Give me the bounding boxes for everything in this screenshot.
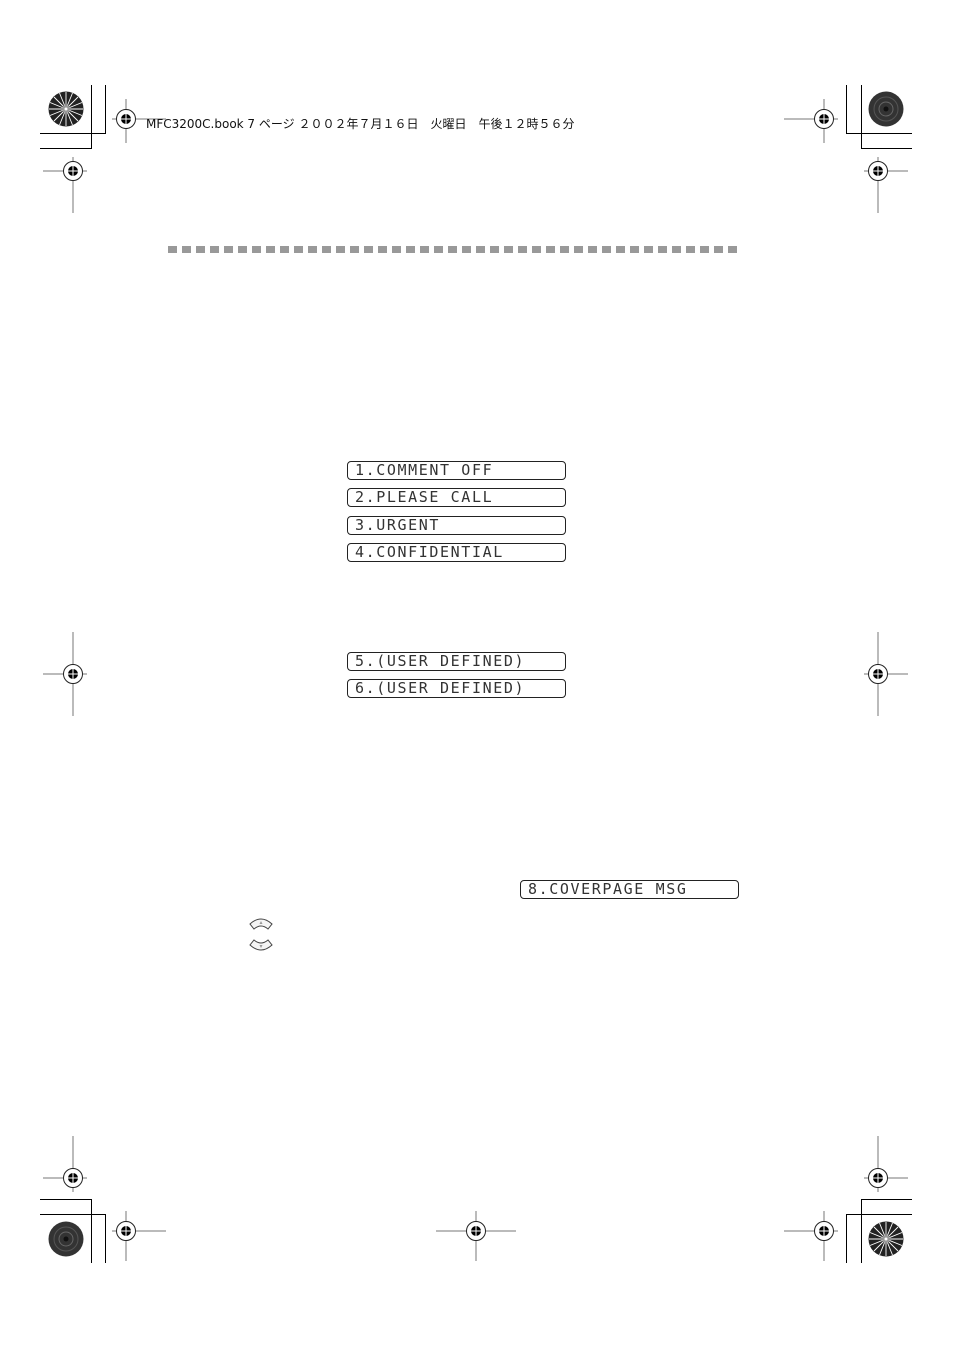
lcd-display-confidential: 4.CONFIDENTIAL [347,543,566,562]
divider-square [434,246,443,253]
divider-square [518,246,527,253]
divider-square [644,246,653,253]
starburst-target-icon [48,1221,84,1257]
crosshair-registration-icon [436,1211,516,1261]
starburst-target-icon [868,1221,904,1257]
starburst-target-icon [868,91,904,127]
trim-line [40,1214,106,1215]
trim-line [40,133,106,134]
crosshair-registration-icon [864,157,908,213]
down-arrow-key-icon [249,939,273,951]
divider-square [350,246,359,253]
divider-square [672,246,681,253]
trim-line [861,1199,862,1263]
trim-line [861,148,912,149]
crosshair-registration-icon [784,99,838,143]
divider-square [280,246,289,253]
divider-square [392,246,401,253]
divider-square [364,246,373,253]
divider-square [686,246,695,253]
lcd-display-user-defined-5: 5.(USER DEFINED) [347,652,566,671]
divider-square [294,246,303,253]
divider-square [616,246,625,253]
divider-square [196,246,205,253]
up-arrow-key-icon [249,918,273,930]
divider-square [266,246,275,253]
trim-line [846,133,912,134]
divider-square [630,246,639,253]
lcd-display-user-defined-6: 6.(USER DEFINED) [347,679,566,698]
divider-square [420,246,429,253]
divider-square [448,246,457,253]
divider-square [728,246,737,253]
section-divider [168,246,737,253]
trim-line [91,85,92,149]
divider-square [252,246,261,253]
crosshair-registration-icon [43,1136,87,1192]
divider-square [700,246,709,253]
lcd-display-coverpage-msg: 8.COVERPAGE MSG [520,880,739,899]
crosshair-registration-icon [864,632,908,716]
divider-square [462,246,471,253]
crosshair-registration-icon [43,632,87,716]
lcd-display-comment-off: 1.COMMENT OFF [347,461,566,480]
crosshair-registration-icon [43,157,87,213]
trim-line [40,1199,92,1200]
divider-square [574,246,583,253]
divider-square [238,246,247,253]
divider-square [490,246,499,253]
trim-line [91,1199,92,1263]
divider-square [504,246,513,253]
lcd-display-urgent: 3.URGENT [347,516,566,535]
divider-square [210,246,219,253]
trim-line [105,1214,106,1263]
crosshair-registration-icon [112,1211,166,1261]
trim-line [40,148,92,149]
trim-line [861,85,862,149]
trim-line [105,85,106,134]
divider-square [182,246,191,253]
trim-line [846,1214,847,1263]
lcd-display-please-call: 2.PLEASE CALL [347,488,566,507]
divider-square [378,246,387,253]
crosshair-registration-icon [864,1136,908,1192]
divider-square [560,246,569,253]
divider-square [532,246,541,253]
divider-square [546,246,555,253]
divider-square [658,246,667,253]
divider-square [602,246,611,253]
divider-square [336,246,345,253]
divider-square [224,246,233,253]
divider-square [714,246,723,253]
divider-square [588,246,597,253]
page-header: MFC3200C.book 7 ページ ２００２年７月１６日 火曜日 午後１２時… [146,117,575,131]
crosshair-registration-icon [784,1211,838,1261]
divider-square [476,246,485,253]
trim-line [846,85,847,134]
divider-square [322,246,331,253]
trim-line [861,1199,912,1200]
divider-square [168,246,177,253]
trim-line [846,1214,912,1215]
divider-square [308,246,317,253]
starburst-target-icon [48,91,84,127]
divider-square [406,246,415,253]
